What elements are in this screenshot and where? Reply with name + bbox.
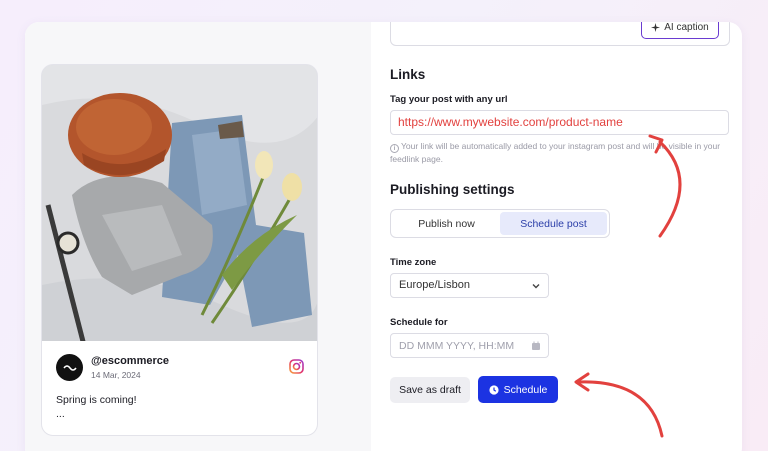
timezone-value: Europe/Lisbon bbox=[399, 279, 470, 291]
ai-caption-label: AI caption bbox=[664, 22, 709, 33]
schedule-datetime-input[interactable]: DD MMM YYYY, HH:MM bbox=[390, 333, 549, 358]
avatar bbox=[56, 354, 83, 381]
publishing-title: Publishing settings bbox=[390, 182, 515, 197]
preview-pane: @escommerce 14 Mar, 2024 Spring is comin… bbox=[25, 22, 371, 451]
links-title: Links bbox=[390, 67, 426, 82]
account-name: @escommerce bbox=[91, 355, 169, 367]
timezone-label: Time zone bbox=[390, 257, 437, 268]
datetime-placeholder: DD MMM YYYY, HH:MM bbox=[399, 340, 515, 352]
publish-mode-toggle: Publish now Schedule post bbox=[390, 209, 610, 238]
sparkle-icon bbox=[651, 22, 661, 32]
url-input[interactable]: https://www.mywebsite.com/product-name bbox=[390, 110, 729, 135]
schedule-label: Schedule bbox=[503, 383, 548, 396]
caption-textarea[interactable]: AI caption bbox=[390, 22, 730, 46]
post-preview-card: @escommerce 14 Mar, 2024 Spring is comin… bbox=[41, 64, 318, 436]
calendar-icon[interactable] bbox=[531, 341, 541, 351]
chevron-down-icon bbox=[532, 284, 540, 289]
post-caption: Spring is coming! bbox=[56, 394, 137, 406]
post-editor-card: @escommerce 14 Mar, 2024 Spring is comin… bbox=[25, 22, 742, 451]
schedule-for-label: Schedule for bbox=[390, 317, 448, 328]
post-date: 14 Mar, 2024 bbox=[91, 370, 141, 380]
settings-pane: AI caption Links Tag your post with any … bbox=[371, 22, 742, 451]
link-help-message: Your link will be automatically added to… bbox=[390, 141, 721, 164]
ai-caption-button[interactable]: AI caption bbox=[641, 22, 719, 39]
instagram-icon bbox=[289, 359, 304, 374]
post-image bbox=[42, 65, 317, 341]
url-field-label: Tag your post with any url bbox=[390, 94, 508, 105]
link-help-text: i Your link will be automatically added t… bbox=[390, 140, 730, 166]
info-icon: i bbox=[390, 144, 399, 153]
publish-now-option[interactable]: Publish now bbox=[393, 212, 500, 235]
save-draft-button[interactable]: Save as draft bbox=[390, 377, 470, 403]
caption-more: ... bbox=[56, 408, 65, 420]
schedule-button[interactable]: Schedule bbox=[478, 376, 558, 403]
timezone-select[interactable]: Europe/Lisbon bbox=[390, 273, 549, 298]
clock-icon bbox=[488, 384, 499, 395]
post-footer: @escommerce 14 Mar, 2024 Spring is comin… bbox=[42, 341, 317, 435]
schedule-post-option[interactable]: Schedule post bbox=[500, 212, 607, 235]
